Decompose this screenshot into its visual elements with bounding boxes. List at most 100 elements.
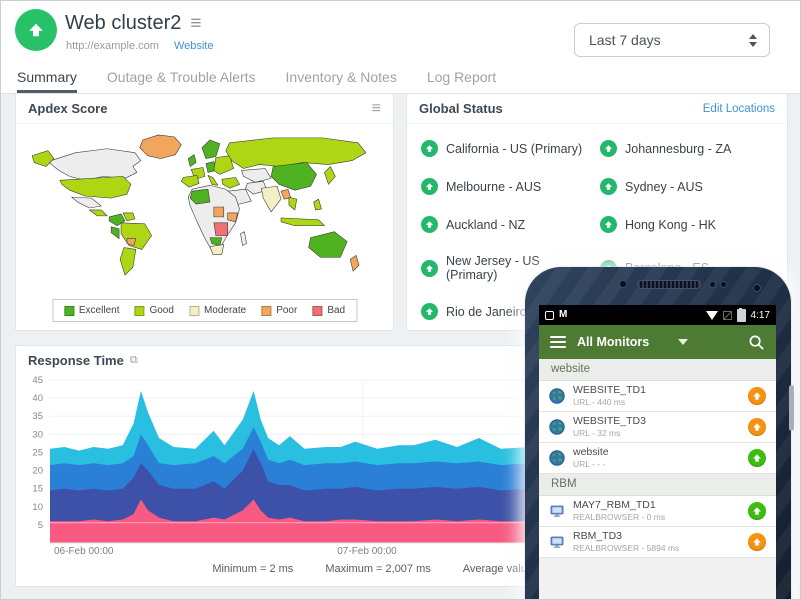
location-item[interactable]: California - US (Primary) [421,140,594,157]
status-up-icon [600,216,617,233]
volume-button[interactable] [789,385,794,431]
globe-icon [549,388,565,404]
battery-icon [737,309,746,322]
location-label: Hong Kong - HK [625,218,716,232]
legend-item: Good [134,305,173,316]
location-item[interactable]: Melbourne - AUS [421,178,594,195]
front-camera-icon [619,280,627,288]
monitor-texts: WEBSITE_TD1 URL - 440 ms [573,384,740,408]
location-item[interactable]: Hong Kong - HK [600,216,773,233]
tab-label: Inventory & Notes [286,69,397,85]
time-range-select[interactable]: Last 7 days [574,23,770,57]
location-item[interactable]: Auckland - NZ [421,216,594,233]
hamburger-menu-icon[interactable] [550,336,566,348]
map-region-south-africa [210,245,224,255]
wifi-icon [706,311,718,320]
svg-text:10: 10 [32,502,43,513]
monitor-list-item[interactable]: WEBSITE_TD3 URL - 32 ms ⚙ [539,412,776,443]
globe-icon [549,450,565,466]
location-item[interactable]: Johannesburg - ZA [600,140,773,157]
time-range-value: Last 7 days [589,32,749,48]
monitor-list-item[interactable]: RBM_TD3 REALBROWSER - 5894 ms ⚙ [539,527,776,558]
monitor-list-item[interactable]: website URL - - - ⚙ [539,443,776,474]
map-region-argentina [120,247,136,275]
tab-label: Log Report [427,69,496,85]
monitor-texts: website URL - - - [573,446,740,470]
tab-outage-trouble-alerts[interactable]: Outage & Trouble Alerts [107,63,256,93]
map-region-central-america [89,210,107,216]
map-region-ethiopia [228,213,238,222]
monitor-section-label: website [551,363,590,375]
status-up-icon [421,303,438,320]
svg-text:20: 20 [32,466,43,477]
tab-log-report[interactable]: Log Report [427,63,496,93]
monitor-list-item[interactable]: WEBSITE_TD1 URL - 440 ms ⚙ [539,381,776,412]
x-axis-label-left: 06-Feb 00:00 [54,546,114,557]
legend-item: Excellent [64,305,120,316]
monitor-name: WEBSITE_TD1 [573,384,740,397]
legend-label: Good [149,305,173,316]
status-up-icon [600,178,617,195]
tab-inventory-notes[interactable]: Inventory & Notes [286,63,397,93]
search-icon[interactable] [748,334,765,351]
legend-swatch [134,306,144,316]
dropdown-caret-icon[interactable] [678,339,688,345]
map-region-italy [208,175,218,185]
map-region-china [271,163,316,191]
monitor-type-link[interactable]: Website [174,40,214,52]
monitor-detail: URL - - - [573,459,740,470]
map-region-japan [324,167,335,185]
map-region-mexico [72,197,102,208]
map-region-philippines [314,199,322,210]
svg-text:25: 25 [32,447,43,458]
status-up-icon [421,178,438,195]
mobile-phone-overlay: M 4:17 All Monitors [525,267,791,600]
legend-swatch [64,306,74,316]
phone-body: M 4:17 All Monitors [525,267,791,600]
monitor-name: website [573,446,740,459]
map-region-brazil [121,223,152,250]
no-network-icon [723,311,732,320]
tab-summary[interactable]: Summary [17,63,77,93]
monitor-url: http://example.com [66,40,159,52]
tab-label: Outage & Trouble Alerts [107,69,256,85]
map-region-greenland [140,135,181,159]
monitor-name: RBM_TD3 [573,530,740,543]
apdex-legend: Excellent Good Moderate Poor Bad [52,299,357,322]
mail-notification-icon: M [559,310,567,320]
title-menu-icon[interactable]: ≡ [190,14,201,33]
monitor-list: website WEBSITE_TD1 URL - 440 ms ⚙ [539,359,776,558]
apdex-menu-icon[interactable]: ≡ [372,101,381,117]
sensor-dot-icon [709,281,716,288]
status-up-icon [421,216,438,233]
monitor-texts: WEBSITE_TD3 URL - 32 ms [573,415,740,439]
monitor-up-status-icon [15,9,57,51]
legend-item: Poor [261,305,297,316]
sensor-dot-icon [753,284,761,292]
location-label: California - US (Primary) [446,142,582,156]
map-region-turkey [222,177,240,188]
monitor-status-up-icon [748,387,766,405]
legend-swatch [261,306,271,316]
status-up-icon [600,140,617,157]
globe-icon [549,419,565,435]
external-link-icon[interactable]: ⧉ [130,355,138,366]
map-region-drc [214,223,228,236]
location-label: Johannesburg - ZA [625,142,731,156]
edit-locations-link[interactable]: Edit Locations [703,103,775,115]
monitoring-dashboard: Web cluster2 ≡ http://example.com Websit… [0,0,801,600]
svg-text:35: 35 [32,411,43,422]
monitor-status-up-icon [748,449,766,467]
monitor-name: WEBSITE_TD3 [573,415,740,428]
app-bar-title[interactable]: All Monitors [577,335,649,349]
legend-item: Moderate [189,305,246,316]
monitor-list-item[interactable]: MAY7_RBM_TD1 REALBROWSER - 0 ms ⚙ [539,496,776,527]
legend-swatch [312,306,322,316]
monitor-section-header: website [539,359,776,381]
location-item[interactable]: Sydney - AUS [600,178,773,195]
map-region-peru [111,227,119,239]
location-label: Sydney - AUS [625,180,703,194]
apdex-score-panel: Apdex Score ≡ [15,93,394,331]
map-region-venezuela [123,213,135,221]
tab-bar: Summary Outage & Trouble Alerts Inventory … [1,63,800,94]
